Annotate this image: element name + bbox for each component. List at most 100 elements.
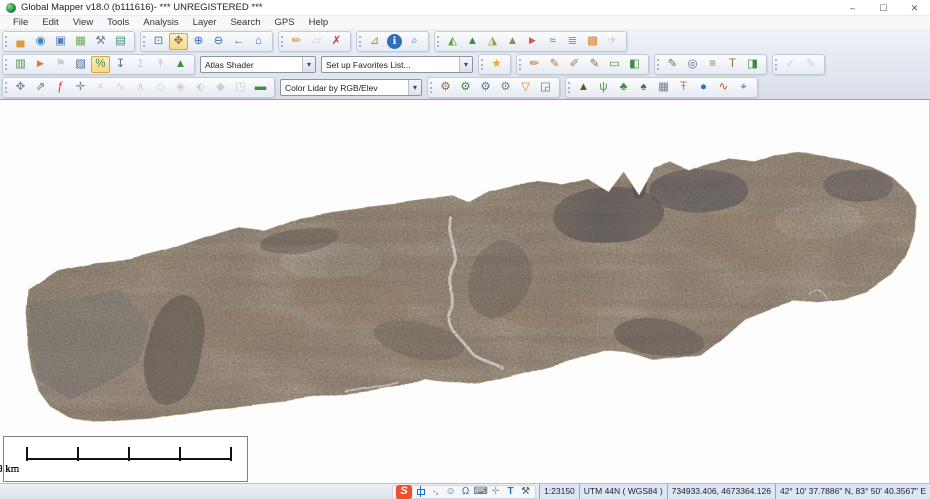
maximize-button[interactable]: ☐: [868, 0, 899, 16]
record-path-icon[interactable]: ⚑: [51, 56, 70, 73]
fly-through-icon[interactable]: ►: [523, 33, 542, 50]
viewshed-icon[interactable]: ▲: [463, 33, 482, 50]
zoom-box-icon[interactable]: ⊡: [149, 33, 168, 50]
voice-input-icon[interactable]: Ω: [459, 485, 472, 498]
delete-vertex-icon[interactable]: ×: [91, 79, 110, 96]
control-panel-icon[interactable]: ▥: [11, 56, 30, 73]
menu-edit[interactable]: Edit: [35, 17, 65, 28]
image-swipe-icon[interactable]: ✈: [603, 33, 622, 50]
trace-feature-icon[interactable]: ◎: [683, 56, 702, 73]
create-point-icon[interactable]: ✏: [525, 56, 544, 73]
chinese-mode-icon[interactable]: 中: [414, 485, 427, 498]
save-workspace-icon[interactable]: ▣: [51, 33, 70, 50]
watershed-icon[interactable]: ◮: [483, 33, 502, 50]
zoom-in-icon[interactable]: ⊕: [189, 33, 208, 50]
menu-tools[interactable]: Tools: [100, 17, 136, 28]
lidar-color-combo[interactable]: Color Lidar by RGB/Elev ▾: [280, 79, 422, 96]
menu-gps[interactable]: GPS: [268, 17, 302, 28]
punctuation-mode-icon[interactable]: ·,: [429, 485, 442, 498]
edit-selected-icon[interactable]: ▱: [307, 33, 326, 50]
search-icon[interactable]: ⌕: [405, 33, 424, 50]
menu-layer[interactable]: Layer: [186, 17, 224, 28]
offset-profile-icon[interactable]: ↟: [151, 56, 170, 73]
measure-tool-icon[interactable]: ⊿: [365, 33, 384, 50]
classify-high-vegetation-icon[interactable]: ♠: [634, 79, 653, 96]
classify-low-vegetation-icon[interactable]: ψ: [594, 79, 613, 96]
chevron-down-icon[interactable]: ▾: [408, 80, 421, 95]
create-line-icon[interactable]: ✎: [545, 56, 564, 73]
show-3d-view-icon[interactable]: ▧: [71, 56, 90, 73]
menu-view[interactable]: View: [66, 17, 100, 28]
shader-preview-icon[interactable]: ▲: [171, 56, 190, 73]
snap-vertex-icon[interactable]: ◈: [171, 79, 190, 96]
lidar-auto-classify-ground-icon[interactable]: ⚙: [436, 79, 455, 96]
map-layout-icon[interactable]: ▦: [71, 33, 90, 50]
full-view-icon[interactable]: ⌂: [249, 33, 268, 50]
water-level-rise-icon[interactable]: ≈: [543, 33, 562, 50]
screenshot-tool-icon[interactable]: ✛: [489, 485, 502, 498]
open-online-data-icon[interactable]: ◉: [31, 33, 50, 50]
classify-water-icon[interactable]: ●: [694, 79, 713, 96]
shader-combo[interactable]: Atlas Shader ▾: [200, 56, 316, 73]
soft-keyboard-icon[interactable]: ⌨: [474, 485, 487, 498]
path-profile-icon[interactable]: ◭: [443, 33, 462, 50]
rotate-feature-icon[interactable]: ƒ: [51, 79, 70, 96]
lidar-auto-classify-noise-icon[interactable]: ⚙: [456, 79, 475, 96]
lidar-filter-icon[interactable]: ▽: [516, 79, 535, 96]
menu-file[interactable]: File: [6, 17, 35, 28]
chevron-down-icon[interactable]: ▾: [302, 57, 315, 72]
move-feature-icon[interactable]: ✥: [11, 79, 30, 96]
map-view[interactable]: 0.0 km0.5 km1.0 km1.5 km2.0 km: [0, 99, 930, 483]
create-shape-edit-icon[interactable]: ◧: [625, 56, 644, 73]
terrain-layers-icon[interactable]: ▲: [503, 33, 522, 50]
fly-mode-icon[interactable]: ►: [31, 56, 50, 73]
emoji-picker-icon[interactable]: ☺: [444, 485, 457, 498]
lidar-auto-classify-trees-icon[interactable]: ⚙: [496, 79, 515, 96]
favorites-combo[interactable]: Set up Favorites List... ▾: [321, 56, 473, 73]
favorites-star-icon[interactable]: ★: [487, 56, 506, 73]
classify-ground-icon[interactable]: ▲: [574, 79, 593, 96]
classify-medium-vegetation-icon[interactable]: ♣: [614, 79, 633, 96]
digitizer-tool-icon[interactable]: ✏: [287, 33, 306, 50]
split-line-icon[interactable]: ∿: [111, 79, 130, 96]
combine-areas-icon[interactable]: ◆: [211, 79, 230, 96]
create-area-icon[interactable]: ✐: [565, 56, 584, 73]
lidar-extract-icon[interactable]: ⌖: [734, 79, 753, 96]
previous-view-icon[interactable]: ←: [229, 33, 248, 50]
classify-buildings-icon[interactable]: ▦: [654, 79, 673, 96]
buffer-tool-icon[interactable]: ▬: [251, 79, 270, 96]
resample-feature-icon[interactable]: ≡: [703, 56, 722, 73]
raster-shader-icon[interactable]: ▩: [583, 33, 602, 50]
skin-center-icon[interactable]: T: [504, 485, 517, 498]
open-file-icon[interactable]: ▄: [11, 33, 30, 50]
perpendicular-profiles-icon[interactable]: ↥: [131, 56, 150, 73]
contour-lines-icon[interactable]: ≣: [563, 33, 582, 50]
insert-vertex-icon[interactable]: ✎: [663, 56, 682, 73]
menu-help[interactable]: Help: [302, 17, 336, 28]
draw-path-profile-icon[interactable]: ↧: [111, 56, 130, 73]
lidar-auto-classify-buildings-icon[interactable]: ⚙: [476, 79, 495, 96]
overlay-control-center-icon[interactable]: ▤: [111, 33, 130, 50]
split-view-toggle-icon[interactable]: %: [91, 56, 110, 73]
pan-tool-icon[interactable]: ✥: [169, 33, 188, 50]
sogou-logo-icon[interactable]: S: [396, 485, 412, 499]
configuration-icon[interactable]: ⚒: [91, 33, 110, 50]
close-button[interactable]: ✕: [899, 0, 930, 16]
apply-style-icon[interactable]: ◨: [743, 56, 762, 73]
add-text-icon[interactable]: T: [723, 56, 742, 73]
crop-areas-icon[interactable]: ◳: [231, 79, 250, 96]
zoom-out-icon[interactable]: ⊖: [209, 33, 228, 50]
center-view-icon[interactable]: ✛: [71, 79, 90, 96]
confirm-edit-icon[interactable]: ✓: [781, 56, 800, 73]
menu-search[interactable]: Search: [223, 17, 267, 28]
ime-settings-icon[interactable]: ⚒: [519, 485, 532, 498]
node-tool-icon[interactable]: ◇: [151, 79, 170, 96]
create-rectangle-icon[interactable]: ▭: [605, 56, 624, 73]
join-lines-icon[interactable]: ∧: [131, 79, 150, 96]
classify-keypoint-icon[interactable]: ∿: [714, 79, 733, 96]
minimize-button[interactable]: –: [837, 0, 868, 16]
feature-info-icon[interactable]: ℹ: [387, 34, 402, 49]
delete-selected-icon[interactable]: ✗: [327, 33, 346, 50]
style-picker-icon[interactable]: ✎: [801, 56, 820, 73]
create-freehand-icon[interactable]: ✎: [585, 56, 604, 73]
